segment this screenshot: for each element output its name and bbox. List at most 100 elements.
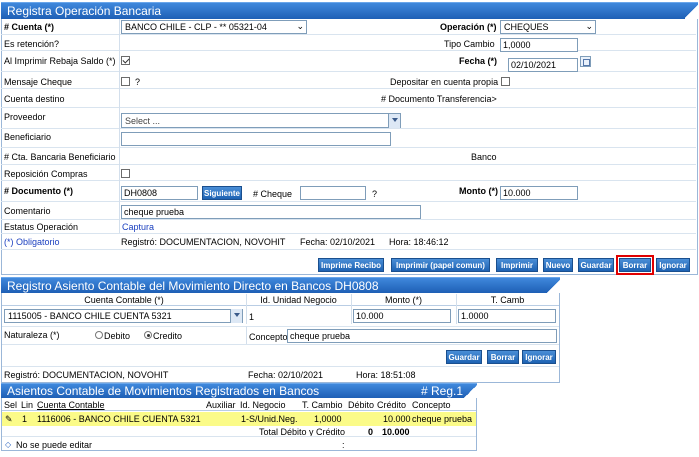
table-row[interactable]: ✎ 1 1116006 - BANCO CHILE CUENTA 5321 1-… (2, 412, 476, 426)
tcamb-input[interactable] (458, 309, 556, 323)
imprimir-papel-button[interactable]: Imprimir (papel comun) (391, 258, 490, 272)
rebaja-saldo-label: Al Imprimir Rebaja Saldo (*) (4, 56, 116, 66)
tipo-cambio-label: Tipo Cambio (444, 39, 495, 49)
row-divider (2, 326, 559, 327)
cheque-input[interactable] (300, 186, 366, 200)
registro-asiento-text: Registró: DOCUMENTACION, NOVOHIT (4, 370, 169, 380)
nuevo-button[interactable]: Nuevo (543, 258, 573, 272)
row-lin: 1 (22, 414, 28, 424)
col-cuenta-header[interactable]: Cuenta Contable (37, 399, 105, 411)
row-divider (1, 34, 696, 35)
debito-label: Debito (104, 331, 131, 341)
col-tcamb-header: T. Camb (490, 295, 525, 305)
mensaje-cheque-label: Mensaje Cheque (4, 77, 73, 87)
help-icon[interactable]: ? (135, 76, 140, 88)
row-divider (1, 164, 696, 165)
monto-input[interactable] (500, 186, 578, 200)
footer-colon: : (342, 440, 345, 450)
naturaleza-label: Naturaleza (*) (4, 330, 60, 340)
operacion-select[interactable]: CHEQUES ⌄ (500, 20, 596, 34)
col-sel-header: Sel (4, 400, 18, 410)
row-divider (1, 180, 696, 181)
registro-text: Registró: DOCUMENTACION, NOVOHIT (121, 237, 286, 247)
borrar-button[interactable]: Borrar (616, 255, 654, 275)
cta-bancaria-label: # Cta. Bancaria Beneficiario (4, 152, 116, 162)
col-tcambio-header: T. Cambio (302, 400, 343, 410)
borrar-asiento-button[interactable]: Borrar (487, 350, 519, 364)
row-divider (1, 233, 696, 234)
col-cuenta-header: Cuenta Contable (*) (84, 295, 164, 305)
col-concepto-header: Concepto (412, 400, 451, 410)
comentario-input[interactable] (121, 205, 421, 219)
pencil-icon[interactable]: ✎ (5, 413, 13, 425)
section-asientos-header: Asientos Contable de Movimientos Registr… (1, 383, 478, 399)
monto-asiento-input[interactable] (353, 309, 451, 323)
reg-count: # Reg.1 (420, 384, 463, 398)
ignorar-asiento-button[interactable]: Ignorar (522, 350, 556, 364)
beneficiario-input[interactable] (121, 132, 391, 146)
row-divider (2, 366, 559, 367)
guardar-asiento-button[interactable]: Guardar (446, 350, 482, 364)
depositar-label: Depositar en cuenta propia (390, 77, 499, 87)
credito-label: Credito (153, 331, 183, 341)
concepto-input[interactable] (287, 329, 557, 343)
concepto-label: Concepto (249, 332, 288, 342)
tipo-cambio-input[interactable] (500, 38, 578, 52)
row-divider (1, 107, 696, 108)
cuenta-contable-select[interactable]: 1115005 - BANCO CHILE CUENTA 5321 (4, 309, 243, 323)
column-divider (456, 294, 457, 324)
es-retencion-label: Es retención? (4, 39, 60, 49)
unidad-value: 1 (249, 312, 255, 322)
row-negocio: 1-S/Unid.Neg. (241, 414, 298, 424)
documento-label: # Documento (*) (4, 186, 74, 196)
fecha-asiento-text: Fecha: 02/10/2021 (248, 370, 324, 380)
fecha-text: Fecha: 02/10/2021 (300, 237, 376, 247)
imprimir-button[interactable]: Imprimir (496, 258, 538, 272)
header-corner (685, 2, 699, 20)
depositar-checkbox[interactable] (501, 77, 510, 86)
row-divider (1, 201, 696, 202)
col-negocio-header: Id. Negocio (240, 400, 286, 410)
cuenta-select[interactable]: BANCO CHILE - CLP - ** 05321-04 ⌄ (121, 20, 307, 34)
row-divider (2, 436, 476, 437)
operacion-select-value: CHEQUES (504, 22, 549, 32)
credito-radio[interactable] (144, 331, 152, 339)
proveedor-placeholder: Select ... (125, 116, 161, 126)
calendar-icon[interactable] (580, 56, 591, 67)
siguiente-button[interactable]: Siguiente (202, 186, 242, 200)
cuenta-contable-value: 1115005 - BANCO CHILE CUENTA 5321 (8, 311, 172, 321)
col-monto-header: Monto (*) (384, 295, 422, 305)
hora-text: Hora: 18:46:12 (389, 237, 449, 247)
mensaje-cheque-checkbox[interactable] (121, 77, 130, 86)
debito-radio[interactable] (95, 331, 103, 339)
estatus-label: Estatus Operación (4, 222, 79, 232)
column-divider (119, 19, 120, 233)
help-icon[interactable]: ? (372, 188, 377, 200)
row-divider (1, 88, 696, 89)
beneficiario-label: Beneficiario (4, 132, 52, 142)
section-title: Asientos Contable de Movimientos Registr… (7, 384, 320, 398)
banco-label: Banco (471, 152, 497, 162)
row-divider (1, 128, 696, 129)
row-credito: 10.000 (383, 414, 411, 424)
documento-input[interactable] (121, 186, 198, 200)
rebaja-saldo-checkbox[interactable] (121, 56, 130, 65)
row-cuenta: 1116006 - BANCO CHILE CUENTA 5321 (37, 414, 201, 424)
guardar-button[interactable]: Guardar (578, 258, 614, 272)
cheque-label: # Cheque (253, 189, 293, 199)
row-divider (1, 219, 696, 220)
footer-text: No se puede editar (16, 440, 93, 450)
fecha-input[interactable] (508, 58, 578, 72)
reposicion-checkbox[interactable] (121, 169, 130, 178)
ignorar-button[interactable]: Ignorar (656, 258, 690, 272)
fecha-label: Fecha (*) (459, 56, 498, 66)
col-lin-header: Lin (21, 400, 34, 410)
imprime-recibo-button[interactable]: Imprime Recibo (318, 258, 384, 272)
chevron-down-icon (388, 114, 400, 128)
chevron-down-icon (230, 309, 242, 323)
row-tcambio: 1,0000 (314, 414, 342, 424)
comentario-label: Comentario (4, 206, 51, 216)
cuenta-select-value: BANCO CHILE - CLP - ** 05321-04 (125, 22, 267, 32)
monto-label: Monto (*) (459, 186, 498, 196)
proveedor-select[interactable]: Select ... (121, 113, 401, 128)
